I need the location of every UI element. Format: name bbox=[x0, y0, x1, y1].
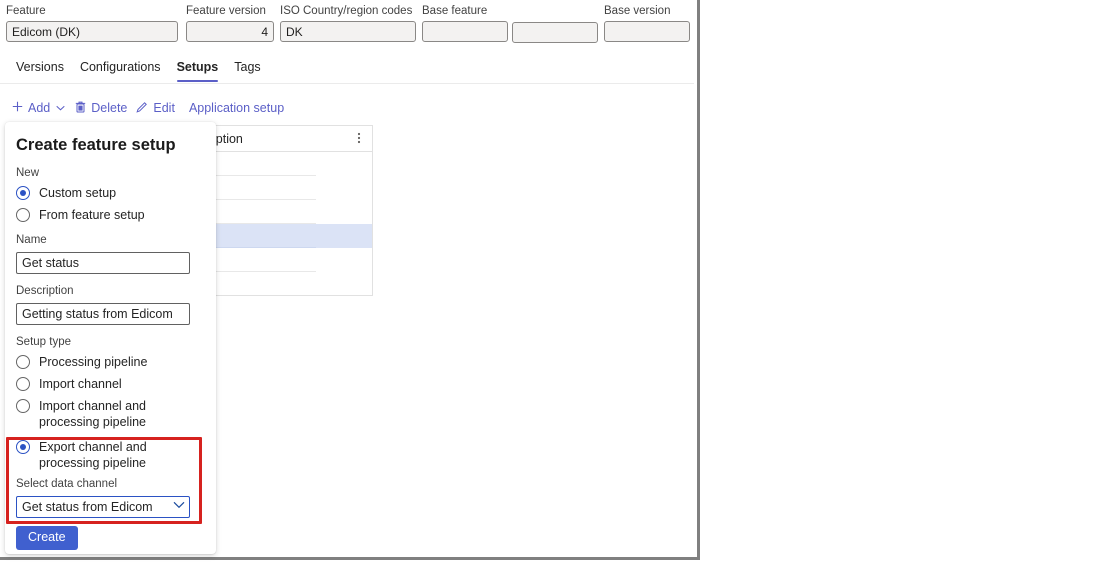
field-group-base-feature: Base feature bbox=[422, 4, 508, 42]
radio-processing-pipeline[interactable]: Processing pipeline bbox=[16, 354, 205, 370]
header-fields: Feature Feature version ISO Country/regi… bbox=[0, 0, 694, 51]
name-input[interactable] bbox=[16, 252, 190, 274]
radio-import-channel-and-processing-pipeline[interactable]: Import channel and processing pipeline bbox=[16, 398, 205, 430]
radio-unselected-icon bbox=[16, 377, 30, 391]
field-group-base-feature-secondary bbox=[512, 22, 598, 43]
base-version-label: Base version bbox=[604, 5, 671, 17]
iso-codes-label: ISO Country/region codes bbox=[280, 5, 413, 17]
edit-button[interactable]: Edit bbox=[133, 99, 181, 118]
base-feature-secondary-input[interactable] bbox=[512, 22, 598, 43]
trash-icon bbox=[73, 101, 87, 116]
radio-export-channel-and-processing-pipeline-label: Export channel and processing pipeline bbox=[39, 440, 147, 470]
description-label: Description bbox=[16, 285, 74, 297]
radio-unselected-icon bbox=[16, 399, 30, 413]
plus-icon bbox=[10, 101, 24, 115]
base-feature-label: Base feature bbox=[422, 5, 488, 17]
feature-input[interactable] bbox=[6, 21, 178, 42]
radio-unselected-icon bbox=[16, 208, 30, 222]
application-setup-button[interactable]: Application setup bbox=[181, 99, 290, 117]
description-input[interactable] bbox=[16, 303, 190, 325]
radio-custom-setup[interactable]: Custom setup bbox=[16, 185, 205, 201]
select-data-channel-wrapper: Get status from Edicom bbox=[16, 496, 190, 518]
field-group-feature: Feature bbox=[6, 4, 178, 42]
delete-label: Delete bbox=[91, 101, 128, 115]
feature-version-label: Feature version bbox=[186, 5, 266, 17]
radio-processing-pipeline-label: Processing pipeline bbox=[39, 355, 148, 369]
tab-configurations[interactable]: Configurations bbox=[72, 60, 169, 82]
field-group-feature-version: Feature version bbox=[186, 4, 274, 42]
command-bar: Add Delete Edit Application setup bbox=[0, 94, 694, 122]
delete-button[interactable]: Delete bbox=[71, 99, 133, 118]
application-setup-label: Application setup bbox=[188, 101, 285, 115]
add-button[interactable]: Add bbox=[8, 99, 71, 117]
tab-tags[interactable]: Tags bbox=[226, 60, 268, 82]
new-section-label: New bbox=[16, 167, 40, 179]
radio-from-feature-setup[interactable]: From feature setup bbox=[16, 207, 205, 223]
radio-selected-icon bbox=[16, 440, 30, 454]
field-group-iso-codes: ISO Country/region codes bbox=[280, 4, 416, 42]
grid-more-options-icon[interactable] bbox=[356, 131, 362, 146]
iso-codes-input[interactable] bbox=[280, 21, 416, 42]
feature-version-input[interactable] bbox=[186, 21, 274, 42]
radio-custom-setup-label: Custom setup bbox=[39, 186, 117, 200]
add-label: Add bbox=[28, 101, 51, 115]
base-version-input[interactable] bbox=[604, 21, 690, 42]
field-group-base-version: Base version bbox=[604, 4, 690, 42]
tab-strip: Versions Configurations Setups Tags bbox=[0, 50, 694, 84]
page-title: Create feature setup bbox=[16, 136, 176, 154]
chevron-down-icon bbox=[56, 103, 65, 113]
name-label: Name bbox=[16, 234, 47, 246]
radio-import-channel-and-processing-pipeline-label: Import channel and processing pipeline bbox=[39, 399, 147, 429]
application-window: Feature Feature version ISO Country/regi… bbox=[0, 0, 700, 560]
create-feature-setup-panel: Create feature setup New Custom setup Fr… bbox=[5, 122, 216, 554]
setup-type-label: Setup type bbox=[16, 336, 71, 348]
edit-label: Edit bbox=[153, 101, 175, 115]
radio-export-channel-and-processing-pipeline[interactable]: Export channel and processing pipeline bbox=[16, 439, 205, 471]
radio-import-channel-label: Import channel bbox=[39, 377, 122, 391]
select-data-channel-label: Select data channel bbox=[16, 478, 118, 490]
base-feature-input[interactable] bbox=[422, 21, 508, 42]
tab-setups[interactable]: Setups bbox=[169, 60, 227, 82]
pencil-icon bbox=[135, 101, 149, 116]
select-data-channel-dropdown[interactable]: Get status from Edicom bbox=[16, 496, 190, 518]
create-button[interactable]: Create bbox=[16, 526, 78, 550]
radio-selected-icon bbox=[16, 186, 30, 200]
feature-label: Feature bbox=[6, 5, 46, 17]
radio-from-feature-setup-label: From feature setup bbox=[39, 208, 145, 222]
tab-versions[interactable]: Versions bbox=[8, 60, 72, 82]
grid-column-header-description: iption bbox=[213, 131, 243, 146]
radio-unselected-icon bbox=[16, 355, 30, 369]
radio-import-channel[interactable]: Import channel bbox=[16, 376, 205, 392]
